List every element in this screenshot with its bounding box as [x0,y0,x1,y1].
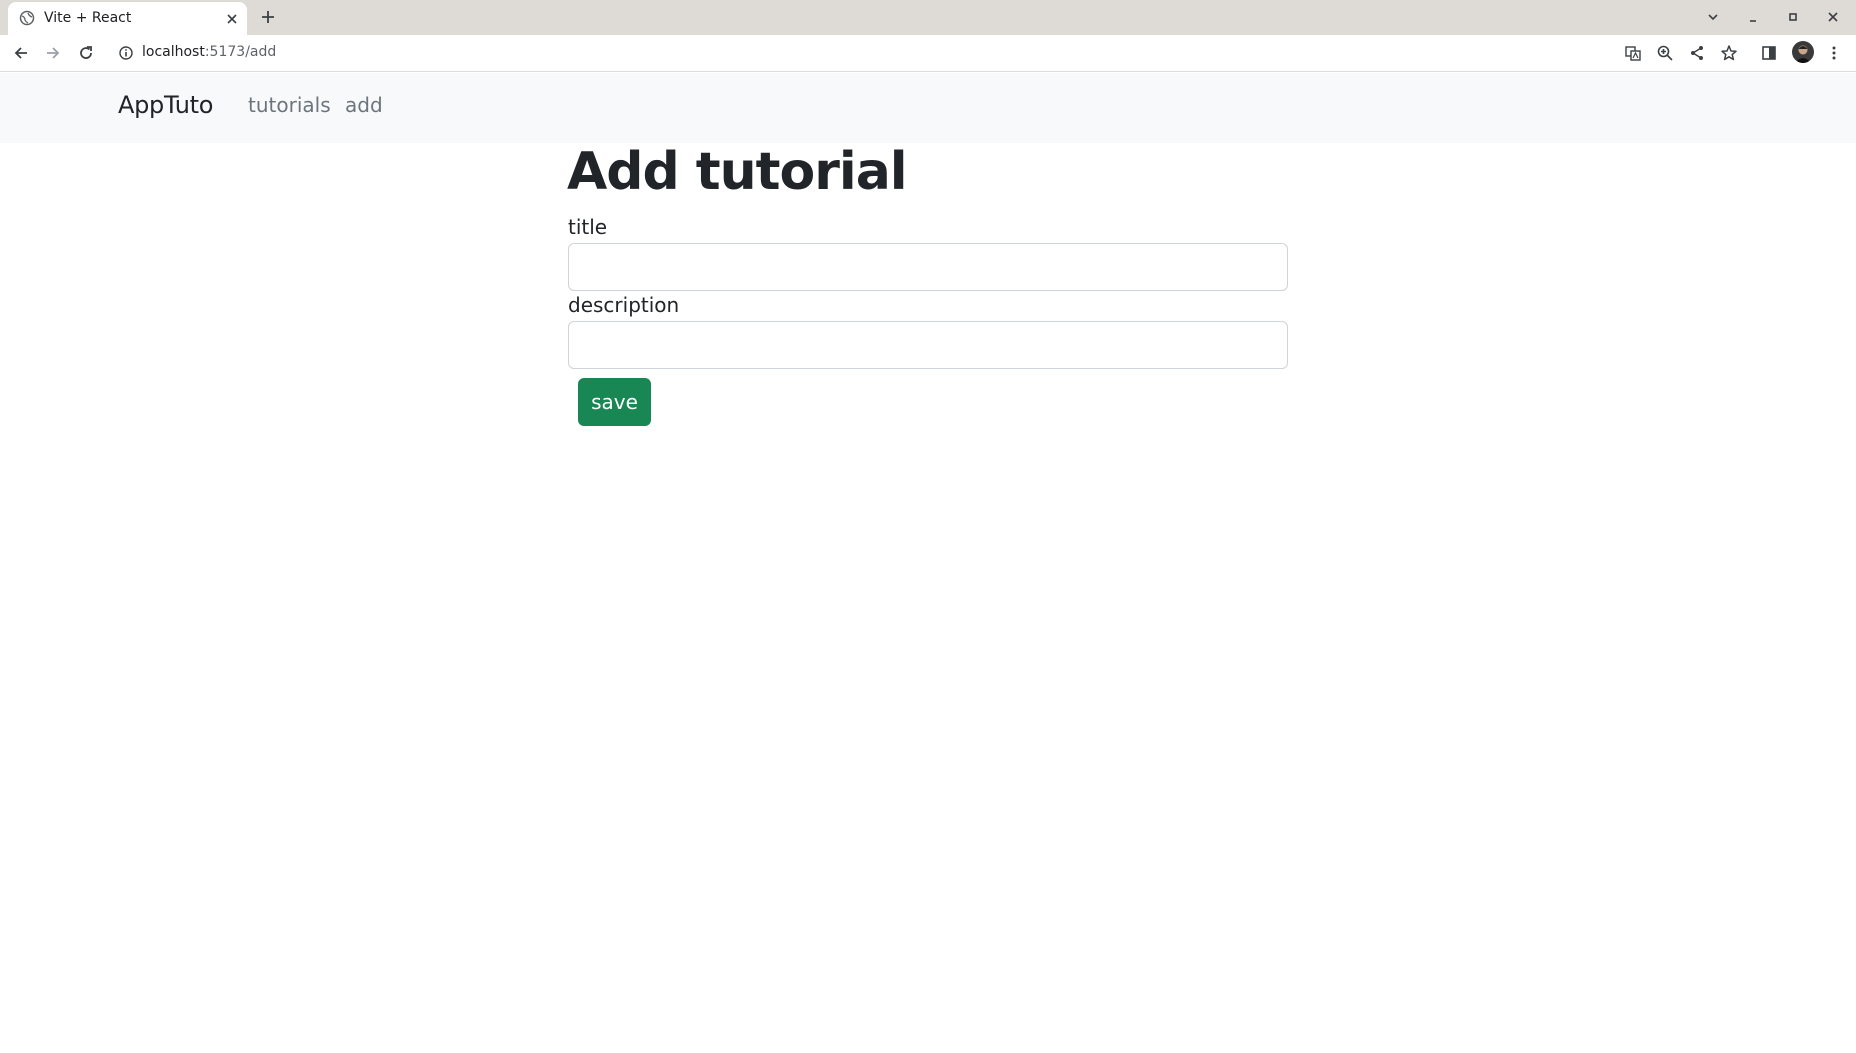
star-icon[interactable] [1720,44,1738,62]
browser-tab-strip: Vite + React [0,0,1856,35]
url-path: :5173/add [204,44,277,60]
title-label: title [568,215,608,239]
maximize-icon[interactable] [1786,10,1800,24]
close-tab-icon[interactable] [225,12,239,26]
new-tab-icon[interactable] [260,9,276,25]
url-host: localhost [142,44,205,60]
side-panel-icon[interactable] [1760,44,1778,62]
browser-tab[interactable]: Vite + React [8,2,247,35]
description-input[interactable] [568,321,1288,369]
nav-link-tutorials[interactable]: tutorials [248,93,331,117]
tab-search-icon[interactable] [1706,10,1720,24]
title-input[interactable] [568,243,1288,291]
translate-icon[interactable] [1624,44,1642,62]
globe-icon [19,10,35,26]
profile-avatar-icon [1795,45,1811,63]
close-window-icon[interactable] [1826,10,1840,24]
tab-title: Vite + React [44,10,132,26]
app-navbar: AppTuto tutorials add [0,73,1856,143]
share-icon[interactable] [1688,44,1706,62]
description-label: description [568,293,680,317]
brand-logo[interactable]: AppTuto [118,91,213,119]
zoom-icon[interactable] [1656,44,1674,62]
address-bar[interactable] [108,38,1618,68]
page-title: Add tutorial [567,142,908,202]
arrow-left-icon[interactable] [12,44,30,62]
browser-toolbar: localhost:5173/add [0,35,1856,72]
minimize-icon[interactable] [1746,10,1760,24]
kebab-menu-icon[interactable] [1825,44,1843,62]
reload-icon[interactable] [77,44,95,62]
arrow-right-icon[interactable] [44,44,62,62]
url-text[interactable]: localhost:5173/add [142,44,276,60]
avatar[interactable] [1792,41,1814,63]
info-icon[interactable] [118,45,134,61]
save-button[interactable]: save [578,378,651,426]
nav-link-add[interactable]: add [345,93,383,117]
